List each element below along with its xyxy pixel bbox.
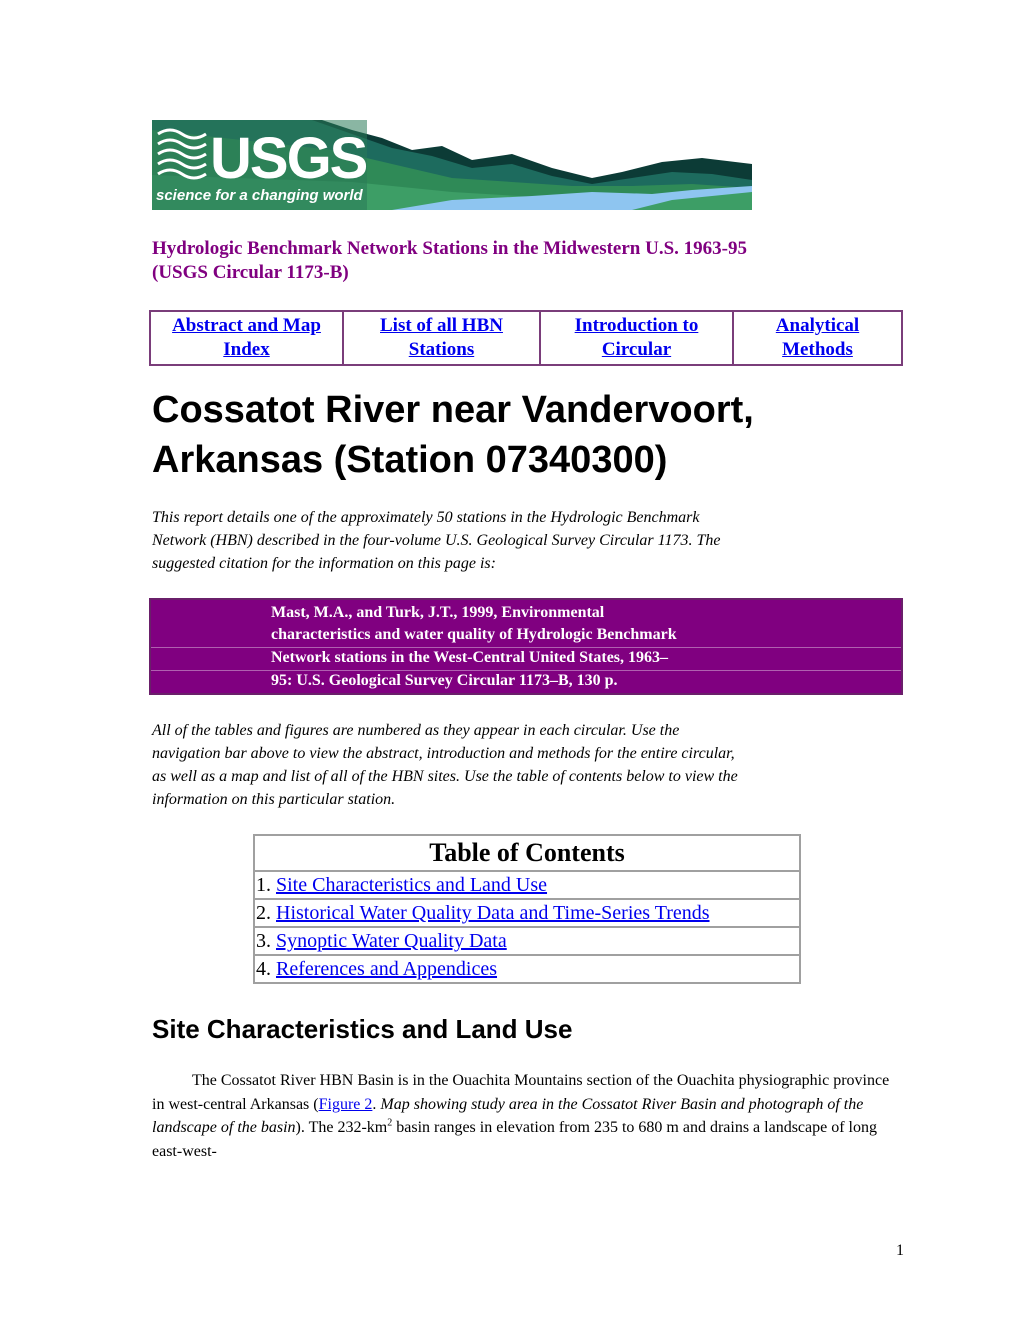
explain-line: as well as a map and list of all of the …: [152, 768, 738, 785]
intro-line: suggested citation for the information o…: [152, 555, 496, 572]
toc-item: 1. Site Characteristics and Land Use: [255, 872, 799, 900]
nav-link-list-hbn-stations[interactable]: List of all HBN Stations: [380, 314, 503, 362]
site-characteristics-paragraph: The Cossatot River HBN Basin is in the O…: [152, 1072, 890, 1160]
page-number: 1: [896, 1242, 904, 1259]
citation-box: Mast, M.A., and Turk, J.T., 1999, Enviro…: [149, 598, 903, 695]
usgs-banner-graphic: USGS science for a changing world: [152, 120, 752, 210]
figure-2-link[interactable]: Figure 2: [319, 1096, 373, 1113]
usgs-tagline: science for a changing world: [156, 187, 364, 204]
toc-item: 4. References and Appendices: [256, 958, 498, 980]
nav-link-introduction-circular[interactable]: Introduction to Circular: [575, 314, 699, 362]
subtitle-line-2: (USGS Circular 1173-B): [152, 262, 349, 283]
usgs-logo-text: USGS: [210, 126, 367, 191]
nav-cell-introduction: Introduction to Circular: [541, 312, 734, 364]
citation-line: characteristics and water quality of Hyd…: [271, 626, 677, 643]
nav-link-abstract-map-index[interactable]: Abstract and Map Index: [172, 314, 321, 362]
table-of-contents: Table of Contents 1. Site Characteristic…: [253, 834, 801, 984]
toc-item: 2. Historical Water Quality Data and Tim…: [255, 900, 799, 928]
toc-heading: Table of Contents: [255, 836, 799, 872]
nav-cell-stations: List of all HBN Stations: [344, 312, 541, 364]
navigation-bar: Abstract and Map Index List of all HBN Sta…: [149, 310, 903, 366]
intro-line: Network (HBN) described in the four-volu…: [152, 532, 721, 549]
explain-line: navigation bar above to view the abstrac…: [152, 745, 735, 762]
explain-line: information on this particular station.: [152, 791, 396, 808]
navigation-explanation: All of the tables and figures are number…: [152, 719, 904, 811]
intro-line: This report details one of the approxima…: [152, 509, 700, 526]
title-line-1: Cossatot River near Vandervoort,: [152, 389, 754, 431]
toc-link-site-characteristics[interactable]: Site Characteristics and Land Use: [276, 874, 547, 896]
usgs-banner: USGS science for a changing world: [152, 120, 752, 210]
nav-cell-abstract: Abstract and Map Index: [151, 312, 344, 364]
report-subtitle: Hydrologic Benchmark Network Stations in…: [152, 237, 904, 285]
citation-line: 95: U.S. Geological Survey Circular 1173…: [271, 672, 618, 689]
intro-paragraph: This report details one of the approxima…: [152, 506, 904, 575]
explain-line: All of the tables and figures are number…: [152, 722, 680, 739]
nav-link-analytical-methods[interactable]: Analytical Methods: [776, 314, 859, 362]
toc-link-synoptic-water-quality[interactable]: Synoptic Water Quality Data: [276, 930, 507, 952]
nav-cell-methods: Analytical Methods: [734, 312, 901, 364]
citation-line: Mast, M.A., and Turk, J.T., 1999, Enviro…: [271, 604, 605, 621]
toc-link-references-appendices[interactable]: References and Appendices: [276, 958, 497, 980]
subtitle-line-1: Hydrologic Benchmark Network Stations in…: [152, 238, 747, 259]
toc-item: 3. Synoptic Water Quality Data: [255, 928, 799, 956]
section-heading: Site Characteristics and Land Use: [152, 1014, 573, 1044]
toc-link-historical-water-quality[interactable]: Historical Water Quality Data and Time-S…: [276, 902, 710, 924]
page-title: Cossatot River near Vandervoort, Arkansa…: [152, 385, 904, 485]
citation-line: Network stations in the West-Central Uni…: [271, 649, 669, 666]
title-line-2: Arkansas (Station 07340300): [152, 439, 668, 481]
